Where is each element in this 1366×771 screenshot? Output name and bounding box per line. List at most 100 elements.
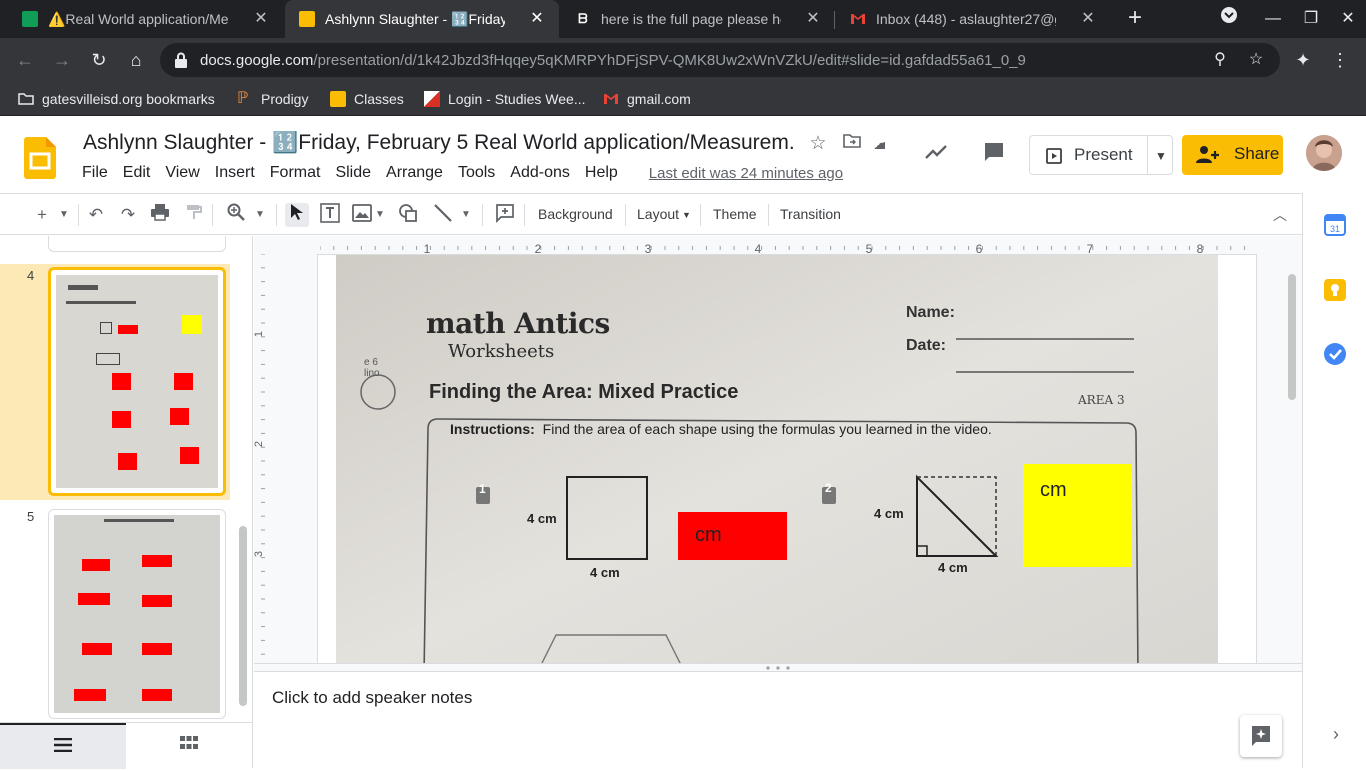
browser-tab-2[interactable]: Ashlynn Slaughter - 🔢Friday, Feb ✕ bbox=[285, 0, 559, 38]
grid-view-button[interactable] bbox=[126, 723, 252, 769]
image-dropdown-icon[interactable]: ▼ bbox=[372, 203, 388, 227]
tab-search-icon[interactable] bbox=[1216, 6, 1242, 32]
bookmark-gmail[interactable]: gmail.com bbox=[603, 89, 691, 109]
slide-thumbnail-4[interactable] bbox=[48, 267, 226, 496]
chrome-menu-icon[interactable]: ⋮ bbox=[1327, 47, 1353, 73]
bookmark-star-icon[interactable]: ☆ bbox=[1246, 50, 1266, 70]
zoom-icon[interactable] bbox=[224, 203, 248, 227]
bookmarks-bar: gatesvilleisd.org bookmarks ℙ Prodigy Cl… bbox=[0, 82, 1366, 116]
close-tab-icon[interactable]: ✕ bbox=[251, 9, 271, 29]
folder-icon bbox=[18, 91, 34, 107]
print-icon[interactable] bbox=[148, 203, 172, 227]
side-panel-expand-icon[interactable]: › bbox=[1326, 724, 1346, 744]
layout-button[interactable]: Layout bbox=[637, 206, 679, 222]
menu-insert[interactable]: Insert bbox=[215, 164, 255, 186]
tasks-icon[interactable] bbox=[1324, 343, 1346, 365]
canvas-scrollbar[interactable] bbox=[1288, 274, 1296, 400]
keep-icon[interactable] bbox=[1324, 279, 1346, 301]
svg-text:1: 1 bbox=[254, 331, 265, 337]
explore-icon bbox=[1252, 726, 1270, 746]
theme-button[interactable]: Theme bbox=[713, 206, 757, 222]
location-icon[interactable]: ⚲ bbox=[1210, 50, 1230, 70]
text-box-icon[interactable] bbox=[318, 203, 342, 227]
add-comment-icon[interactable] bbox=[493, 203, 517, 227]
filmstrip-scrollbar[interactable] bbox=[239, 526, 247, 706]
menu-view[interactable]: View bbox=[165, 164, 199, 186]
slide-thumbnail-prev[interactable] bbox=[48, 236, 226, 252]
close-tab-icon[interactable]: ✕ bbox=[527, 9, 547, 29]
menu-edit[interactable]: Edit bbox=[123, 164, 151, 186]
shape-icon[interactable] bbox=[396, 203, 420, 227]
browser-tab-1[interactable]: ⚠️Real World application/Mea ✕ bbox=[8, 0, 283, 38]
move-to-folder-icon[interactable] bbox=[841, 133, 863, 155]
reload-icon[interactable]: ↻ bbox=[86, 47, 112, 73]
browser-tab-4[interactable]: Inbox (448) - aslaughter27@gate ✕ bbox=[836, 0, 1110, 38]
answer-box-2[interactable]: cm bbox=[1023, 464, 1132, 567]
line-icon[interactable] bbox=[431, 203, 455, 227]
menu-tools[interactable]: Tools bbox=[458, 164, 495, 186]
activity-dashboard-icon[interactable] bbox=[922, 140, 950, 168]
menu-bar: File Edit View Insert Format Slide Arran… bbox=[82, 164, 843, 186]
zoom-dropdown-icon[interactable]: ▼ bbox=[252, 203, 268, 227]
new-slide-dropdown-icon[interactable]: ▼ bbox=[56, 203, 72, 227]
slides-logo-icon[interactable] bbox=[24, 137, 56, 179]
present-button[interactable]: Present ▼ bbox=[1029, 135, 1173, 175]
layout-dropdown-icon[interactable]: ▼ bbox=[682, 210, 691, 220]
bookmark-gatesvilleisd[interactable]: gatesvilleisd.org bookmarks bbox=[18, 89, 215, 109]
menu-help[interactable]: Help bbox=[585, 164, 618, 186]
share-button[interactable]: Share bbox=[1182, 135, 1283, 175]
notes-resize-handle[interactable] bbox=[254, 663, 1302, 672]
problem-2-bottom-label: 4 cm bbox=[938, 560, 968, 575]
slide-thumbnail-5[interactable] bbox=[48, 509, 226, 719]
calendar-icon[interactable]: 31 bbox=[1324, 214, 1346, 236]
home-icon[interactable]: ⌂ bbox=[123, 47, 149, 73]
address-bar[interactable]: docs.google.com/presentation/d/1k42Jbzd3… bbox=[160, 43, 1280, 77]
forward-icon[interactable]: → bbox=[49, 47, 75, 73]
menu-addons[interactable]: Add-ons bbox=[510, 164, 570, 186]
line-dropdown-icon[interactable]: ▼ bbox=[458, 203, 474, 227]
avatar[interactable] bbox=[1306, 135, 1342, 171]
select-tool-icon[interactable] bbox=[285, 203, 309, 227]
undo-icon[interactable]: ↶ bbox=[84, 203, 108, 227]
explore-button[interactable] bbox=[1240, 715, 1282, 757]
problem-2-number: 2 bbox=[825, 481, 832, 495]
worksheet-photo[interactable]: math Antics Worksheets Name: Date: e 6 l… bbox=[336, 255, 1218, 663]
bookmark-classes[interactable]: Classes bbox=[330, 89, 404, 109]
bookmark-studies-weekly[interactable]: Login - Studies Wee... bbox=[424, 89, 585, 109]
comments-icon[interactable] bbox=[980, 140, 1008, 168]
worksheet-heading: Finding the Area: Mixed Practice bbox=[429, 381, 739, 403]
close-tab-icon[interactable]: ✕ bbox=[1078, 9, 1098, 29]
document-title[interactable]: Ashlynn Slaughter - 🔢Friday, February 5 … bbox=[83, 131, 793, 155]
transition-button[interactable]: Transition bbox=[780, 206, 841, 222]
menu-arrange[interactable]: Arrange bbox=[386, 164, 443, 186]
restore-icon[interactable]: ❐ bbox=[1298, 6, 1324, 32]
filmstrip-view-button[interactable] bbox=[0, 723, 126, 769]
star-icon[interactable]: ☆ bbox=[807, 133, 829, 155]
speaker-notes[interactable]: Click to add speaker notes bbox=[254, 672, 1302, 768]
present-dropdown-icon[interactable]: ▼ bbox=[1152, 146, 1170, 166]
gmail-icon bbox=[603, 91, 619, 107]
browser-tab-3[interactable]: ᗷ here is the full page please help m ✕ bbox=[561, 0, 835, 38]
current-slide[interactable]: math Antics Worksheets Name: Date: e 6 l… bbox=[317, 254, 1257, 663]
new-tab-button[interactable]: + bbox=[1123, 6, 1147, 31]
background-button[interactable]: Background bbox=[538, 206, 613, 222]
back-icon[interactable]: ← bbox=[12, 47, 38, 73]
paint-format-icon[interactable] bbox=[182, 203, 206, 227]
cloud-status-icon[interactable]: ☁ bbox=[873, 133, 885, 155]
lock-icon bbox=[175, 52, 187, 68]
collapse-toolbar-icon[interactable]: ︿ bbox=[1268, 203, 1292, 227]
last-edit-link[interactable]: Last edit was 24 minutes ago bbox=[649, 165, 843, 186]
menu-file[interactable]: File bbox=[82, 164, 108, 186]
redo-icon[interactable]: ↷ bbox=[116, 203, 140, 227]
extensions-icon[interactable]: ✦ bbox=[1290, 47, 1316, 73]
classroom-favicon-icon bbox=[22, 11, 38, 27]
bookmark-prodigy[interactable]: ℙ Prodigy bbox=[237, 89, 308, 109]
close-tab-icon[interactable]: ✕ bbox=[803, 9, 823, 29]
minimize-icon[interactable]: — bbox=[1260, 6, 1286, 32]
insert-image-icon[interactable] bbox=[350, 203, 374, 227]
new-slide-icon[interactable]: + bbox=[30, 203, 54, 227]
close-window-icon[interactable]: ✕ bbox=[1335, 6, 1361, 32]
menu-slide[interactable]: Slide bbox=[335, 164, 371, 186]
menu-format[interactable]: Format bbox=[270, 164, 321, 186]
answer-box-1[interactable]: cm bbox=[678, 512, 787, 560]
